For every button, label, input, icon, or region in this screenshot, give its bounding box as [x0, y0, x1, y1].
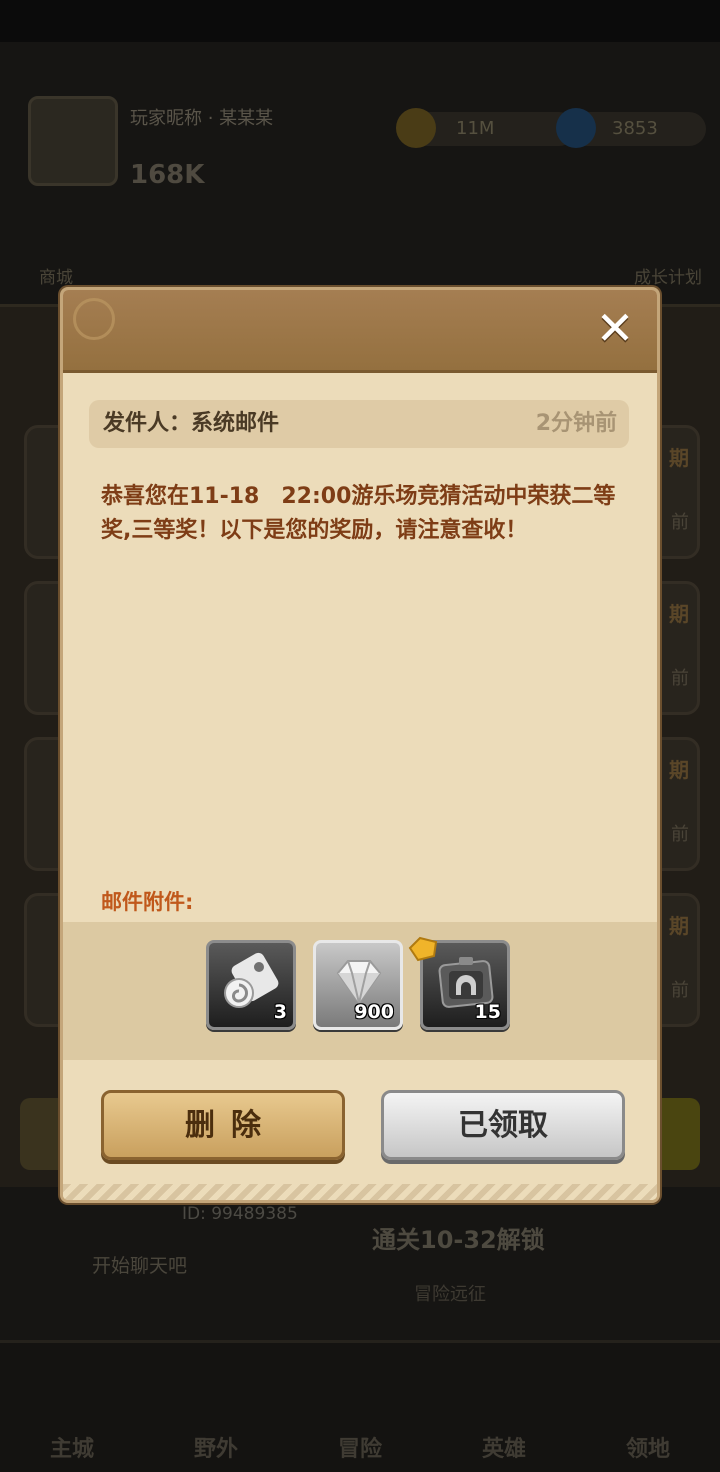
- gem-icon: [556, 108, 596, 148]
- bonus-tag-icon: [408, 936, 438, 962]
- player-avatar: [28, 96, 118, 186]
- side-growth-label: 成长计划: [634, 268, 702, 288]
- claimed-button[interactable]: 已领取: [381, 1090, 625, 1160]
- nav-item-territory: 领地: [625, 1437, 670, 1462]
- item-count: 900: [354, 1001, 394, 1023]
- sender-bar: 发件人：系统邮件 2分钟前: [89, 400, 629, 448]
- nav-item-field: 野外: [193, 1437, 238, 1462]
- nav-item-heroes: 英雄: [481, 1437, 526, 1462]
- stage-unlock-text: 通关10-32解锁: [372, 1226, 545, 1254]
- mail-list-time: 前: [671, 824, 689, 845]
- dialog-header: ✕: [63, 290, 657, 373]
- status-bar: [0, 0, 720, 42]
- dialog-footer-border: [63, 1184, 657, 1200]
- delete-button[interactable]: 删除: [101, 1090, 345, 1160]
- chat-player-id: ID: 99489385: [182, 1204, 298, 1224]
- mail-list-tag: 期: [669, 758, 689, 782]
- side-shop-label: 商城: [39, 268, 73, 288]
- nav-item-adventure: 冒险: [337, 1437, 382, 1462]
- attachment-item-scroll[interactable]: 3: [206, 940, 296, 1030]
- sender-label: 发件人：系统邮件: [103, 411, 280, 436]
- stage-subtitle: 冒险远征: [414, 1284, 486, 1305]
- item-count: 15: [474, 1001, 501, 1023]
- player-name: 玩家昵称 · 某某某: [130, 108, 274, 129]
- attachment-item-diamond[interactable]: 900: [313, 940, 403, 1030]
- mail-body-text: 恭喜您在11-18 22:00游乐场竞猜活动中荣获二等奖,三等奖！以下是您的奖励…: [101, 484, 616, 543]
- mail-list-tag: 期: [669, 446, 689, 470]
- mail-timestamp: 2分钟前: [535, 411, 617, 436]
- mail-list-time: 前: [671, 512, 689, 533]
- mail-list-time: 前: [671, 980, 689, 1001]
- attachments-label: 邮件附件:: [101, 890, 194, 914]
- player-power: 168K: [130, 160, 205, 190]
- mail-detail-dialog: ✕ 发件人：系统邮件 2分钟前 恭喜您在11-18 22:00游乐场竞猜活动中荣…: [60, 287, 660, 1203]
- side-shop-button: 商城: [28, 212, 84, 288]
- close-button[interactable]: ✕: [589, 302, 641, 354]
- side-growth-plan-button: 成长计划: [620, 212, 716, 288]
- nav-item-main-city: 主城: [49, 1437, 94, 1462]
- chat-prompt: 开始聊天吧: [92, 1255, 188, 1277]
- mail-list-time: 前: [671, 668, 689, 689]
- gold-coin-icon: [396, 108, 436, 148]
- bottom-nav: 主城 野外 冒险 英雄 领地: [0, 1340, 720, 1472]
- mail-list-tag: 期: [669, 914, 689, 938]
- swirl-decoration-icon: [73, 298, 115, 340]
- mail-list-tag: 期: [669, 602, 689, 626]
- item-count: 3: [273, 1001, 287, 1023]
